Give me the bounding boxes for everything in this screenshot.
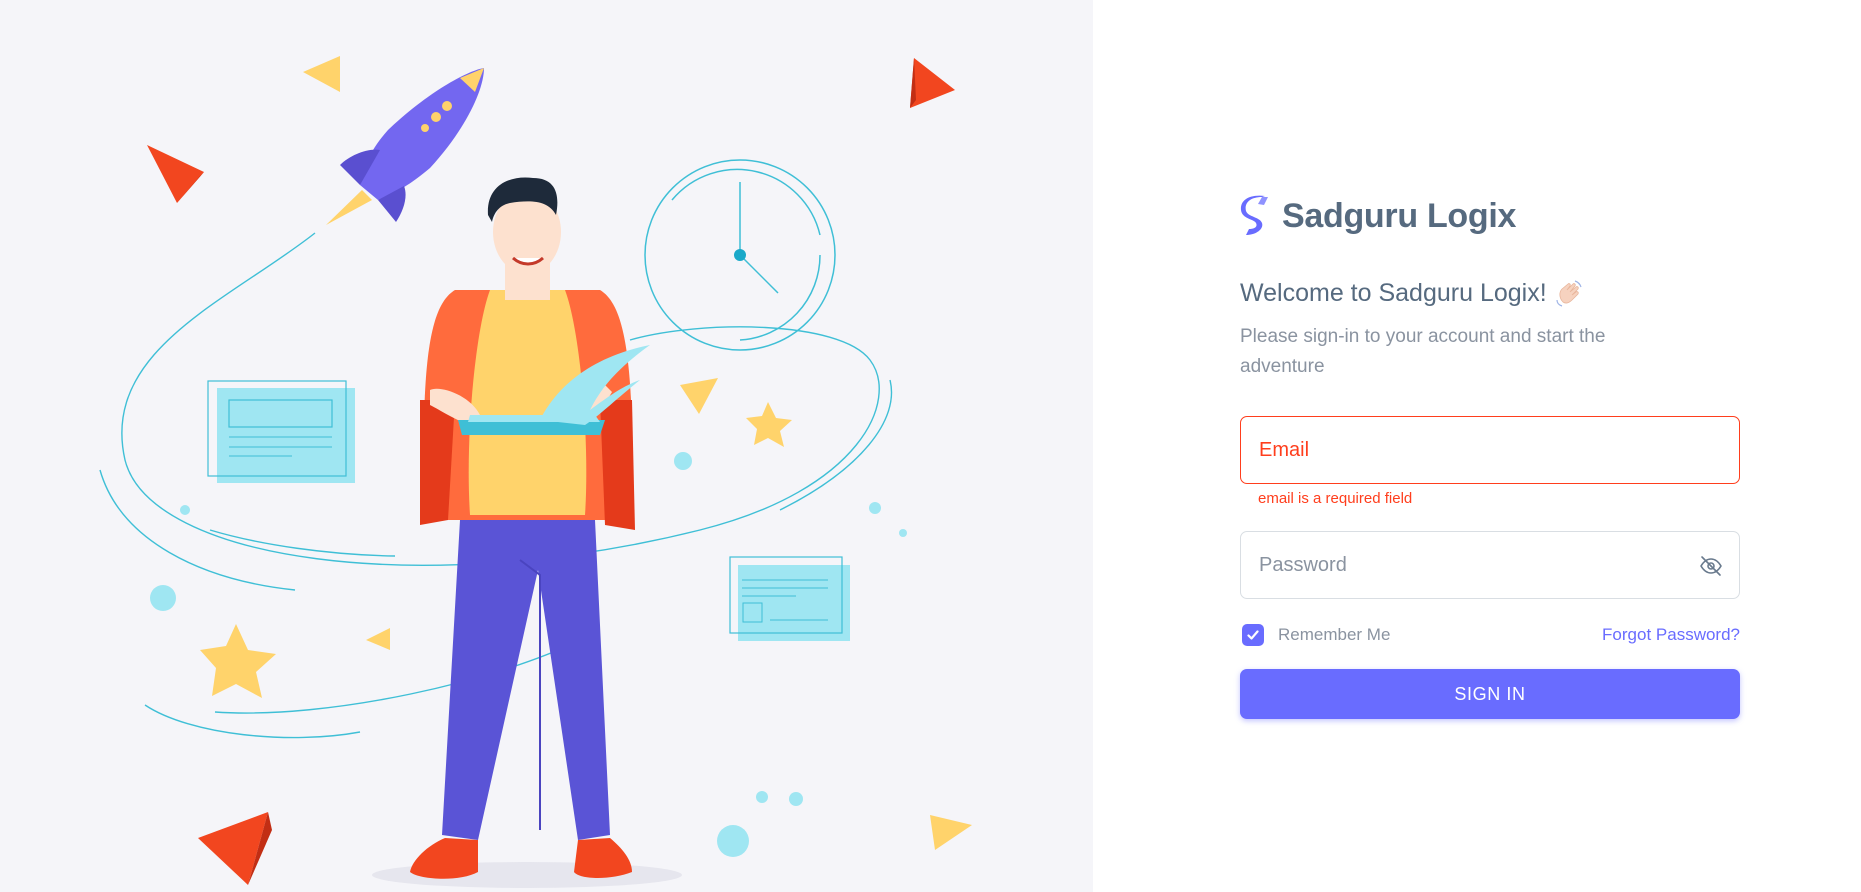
welcome-subtitle: Please sign-in to your account and start… <box>1240 326 1606 377</box>
form-options: Remember Me Forgot Password? <box>1240 624 1740 646</box>
email-field-wrapper <box>1240 416 1740 484</box>
sign-in-button[interactable]: SIGN IN <box>1240 669 1740 719</box>
remember-me[interactable]: Remember Me <box>1240 624 1390 646</box>
eye-off-icon[interactable] <box>1699 554 1723 578</box>
welcome-title: Welcome to Sadguru Logix! <box>1240 279 1547 307</box>
password-input[interactable] <box>1241 532 1739 598</box>
s-logo-icon <box>1240 195 1268 235</box>
welcome-heading: Welcome to Sadguru Logix! <box>1240 279 1742 308</box>
person-illustration <box>410 177 650 879</box>
auth-panel: Sadguru Logix Welcome to Sadguru Logix! … <box>1093 0 1861 892</box>
developer-illustration <box>99 56 972 888</box>
remember-me-label: Remember Me <box>1278 625 1391 644</box>
checkmark-icon <box>1247 630 1259 640</box>
login-card: Sadguru Logix Welcome to Sadguru Logix! … <box>1240 193 1742 719</box>
brand: Sadguru Logix <box>1240 193 1742 239</box>
password-field-wrapper <box>1240 531 1740 599</box>
forgot-password-link[interactable]: Forgot Password? <box>1602 625 1740 645</box>
remember-me-checkbox[interactable] <box>1242 624 1264 646</box>
document-icon <box>729 556 850 641</box>
rocket-icon <box>326 68 484 225</box>
email-input[interactable] <box>1241 417 1739 483</box>
waving-hand-icon <box>1556 279 1582 307</box>
brand-name: Sadguru Logix <box>1282 196 1517 235</box>
document-icon <box>207 380 355 483</box>
illustration-panel <box>0 0 1093 892</box>
email-error-message: email is a required field <box>1258 490 1413 507</box>
clock-icon <box>644 159 836 351</box>
